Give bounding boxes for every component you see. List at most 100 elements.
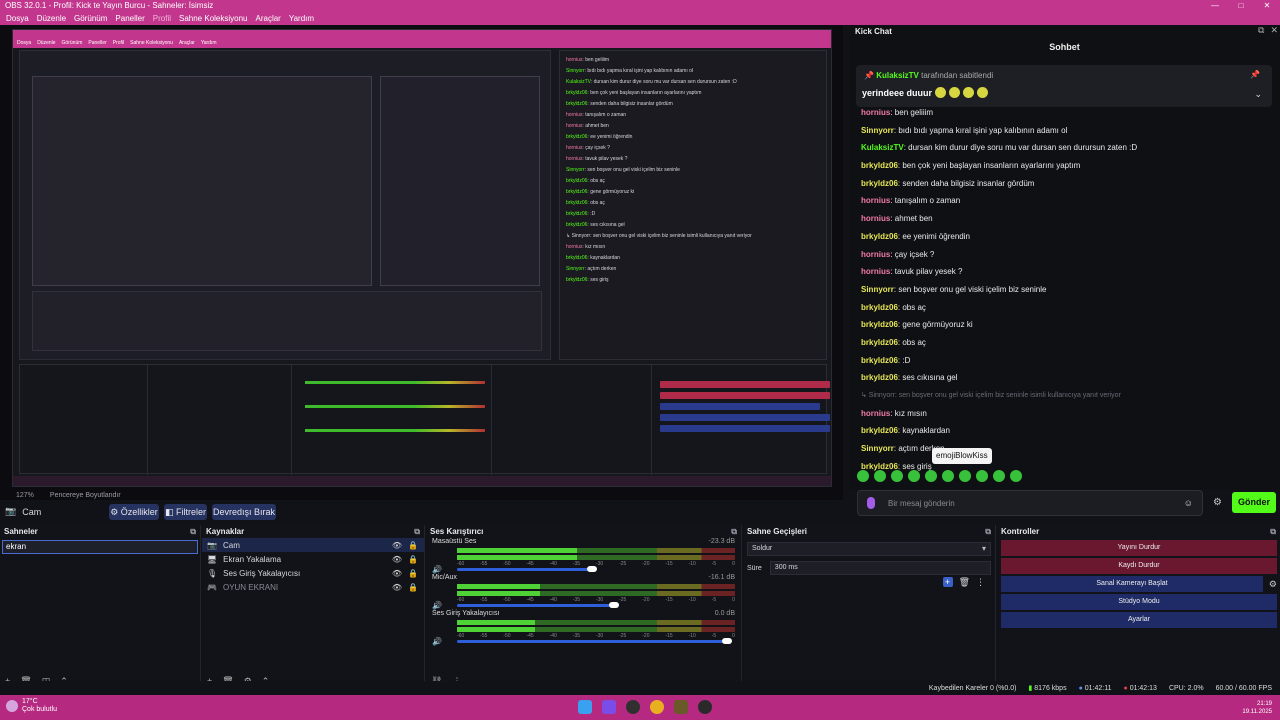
volume-slider[interactable] xyxy=(457,640,727,643)
mic-icon[interactable] xyxy=(867,497,875,509)
control-button-3[interactable]: Stüdyo Modu xyxy=(1001,594,1277,610)
emote-icon[interactable] xyxy=(942,470,954,482)
control-button-2[interactable]: Sanal Kamerayı Başlat ⚙ xyxy=(1001,576,1277,592)
properties-button[interactable]: ⚙ Özellikler xyxy=(109,504,159,520)
chat-username[interactable]: hornius xyxy=(861,196,890,205)
chrome-icon[interactable] xyxy=(650,700,664,714)
lock-icon[interactable]: 🔒 xyxy=(408,555,418,564)
chat-username[interactable]: hornius xyxy=(861,409,890,418)
deactivate-button[interactable]: Devredışı Bırak xyxy=(212,504,276,520)
preview-canvas[interactable]: Dosya Düzenle Görünüm Paneller Profil Sahne K… xyxy=(0,25,843,490)
weather-widget[interactable]: 17°C Çok bulutlu xyxy=(6,698,57,714)
source-row[interactable]: 🎙 Ses Giriş Yakalayıcısı 👁 🔒 xyxy=(202,566,424,580)
emoji-icon[interactable]: ☺ xyxy=(1184,498,1193,508)
chat-username[interactable]: brkyldz06 xyxy=(861,161,898,170)
maximize-button[interactable]: □ xyxy=(1228,0,1254,11)
source-row[interactable]: 🎮 OYUN EKRANI 👁 🔒 xyxy=(202,580,424,594)
emote-icon[interactable] xyxy=(857,470,869,482)
copilot-icon[interactable] xyxy=(602,700,616,714)
volume-knob[interactable] xyxy=(722,638,732,644)
add-icon[interactable]: + xyxy=(942,577,953,587)
speaker-icon[interactable]: 🔊 xyxy=(432,601,442,610)
chat-username[interactable]: hornius xyxy=(861,108,890,117)
chat-username[interactable]: Sinnyorr xyxy=(861,126,894,135)
chat-username[interactable]: brkyldz06 xyxy=(861,232,898,241)
menu-item-4[interactable]: Profil xyxy=(149,14,175,23)
undock-icon[interactable]: ⧉ xyxy=(731,525,737,538)
app-icon[interactable] xyxy=(698,700,712,714)
menu-item-7[interactable]: Yardım xyxy=(285,14,318,23)
volume-slider[interactable] xyxy=(457,568,592,571)
filters-button[interactable]: ◧ Filtreler xyxy=(164,504,207,520)
chat-username[interactable]: hornius xyxy=(861,214,890,223)
chat-username[interactable]: hornius xyxy=(861,267,890,276)
control-button-4[interactable]: Ayarlar xyxy=(1001,612,1277,628)
lock-icon[interactable]: 🔒 xyxy=(408,569,418,578)
transition-select[interactable]: Soldur xyxy=(747,542,991,556)
chat-username[interactable]: KulaksizTV xyxy=(861,143,904,152)
emote-icon[interactable] xyxy=(908,470,920,482)
chat-username[interactable]: brkyldz06 xyxy=(861,179,898,188)
emote-icon[interactable] xyxy=(874,470,886,482)
speaker-icon[interactable]: 🔊 xyxy=(432,565,442,574)
control-button-0[interactable]: Yayını Durdur xyxy=(1001,540,1277,556)
zoom-mode[interactable]: Pencereye Boyutlandır xyxy=(50,492,121,499)
control-button-1[interactable]: Kaydı Durdur xyxy=(1001,558,1277,574)
chat-username[interactable]: brkyldz06 xyxy=(861,303,898,312)
close-icon[interactable]: ✕ xyxy=(1270,25,1278,36)
menu-item-5[interactable]: Sahne Koleksiyonu xyxy=(175,14,252,23)
scene-item[interactable]: ekran xyxy=(2,540,198,554)
volume-slider[interactable] xyxy=(457,604,614,607)
volume-knob[interactable] xyxy=(587,566,597,572)
chat-username[interactable]: brkyldz06 xyxy=(861,320,898,329)
undock-icon[interactable]: ⧉ xyxy=(985,525,991,538)
chat-username[interactable]: brkyldz06 xyxy=(861,338,898,347)
lock-icon[interactable]: 🔒 xyxy=(408,583,418,592)
menu-item-3[interactable]: Paneller xyxy=(111,14,148,23)
chat-username[interactable]: Sinnyorr xyxy=(861,285,894,294)
menu-item-1[interactable]: Düzenle xyxy=(33,14,70,23)
eye-icon[interactable]: 👁 xyxy=(392,555,402,564)
eye-icon[interactable]: 👁 xyxy=(392,569,402,578)
undock-icon[interactable]: ⧉ xyxy=(1258,25,1264,36)
volume-knob[interactable] xyxy=(608,602,619,608)
chat-username[interactable]: Sinnyorr xyxy=(861,444,894,453)
chat-username[interactable]: brkyldz06 xyxy=(861,426,898,435)
menu-item-0[interactable]: Dosya xyxy=(2,14,33,23)
obs-icon[interactable] xyxy=(626,700,640,714)
unpin-icon[interactable]: 📌 xyxy=(1250,70,1260,79)
minimize-button[interactable]: — xyxy=(1202,0,1228,11)
gear-icon[interactable]: ⚙ xyxy=(1269,576,1277,592)
undock-icon[interactable]: ⧉ xyxy=(1270,525,1276,538)
menu-item-6[interactable]: Araçlar xyxy=(252,14,285,23)
eye-icon[interactable]: 👁 xyxy=(392,541,402,550)
undock-icon[interactable]: ⧉ xyxy=(414,525,420,538)
app-icon[interactable] xyxy=(674,700,688,714)
clock[interactable]: 21:19 19.11.2025 xyxy=(1242,700,1272,716)
send-button[interactable]: Gönder xyxy=(1232,492,1276,513)
start-icon[interactable] xyxy=(578,700,592,714)
zoom-percent[interactable]: 127% xyxy=(16,492,34,499)
chat-username[interactable]: brkyldz06 xyxy=(861,373,898,382)
eye-icon[interactable]: 👁 xyxy=(392,583,402,592)
more-icon[interactable]: ⋮ xyxy=(976,577,985,588)
close-button[interactable]: ✕ xyxy=(1254,0,1280,11)
undock-icon[interactable]: ⧉ xyxy=(190,525,196,538)
pinned-message[interactable]: 📌 KulaksizTV tarafından sabitlendi yerin… xyxy=(856,65,1272,107)
menu-item-2[interactable]: Görünüm xyxy=(70,14,111,23)
chat-username[interactable]: hornius xyxy=(861,250,890,259)
chat-username[interactable]: brkyldz06 xyxy=(861,356,898,365)
emote-icon[interactable] xyxy=(891,470,903,482)
emote-icon[interactable] xyxy=(976,470,988,482)
emote-icon[interactable] xyxy=(959,470,971,482)
chat-settings-icon[interactable]: ⚙ xyxy=(1213,497,1222,508)
emote-icon[interactable] xyxy=(993,470,1005,482)
source-row[interactable]: 🖥 Ekran Yakalama 👁 🔒 xyxy=(202,552,424,566)
source-row[interactable]: 📷 Cam 👁 🔒 xyxy=(202,538,424,552)
chat-input[interactable]: Bir mesaj gönderin ☺ xyxy=(857,490,1203,516)
emote-icon[interactable] xyxy=(925,470,937,482)
speaker-icon[interactable]: 🔊 xyxy=(432,637,442,646)
duration-input[interactable]: 300 ms xyxy=(769,561,991,575)
trash-icon[interactable]: 🗑 xyxy=(959,577,970,588)
chevron-down-icon[interactable]: ⌄ xyxy=(1254,89,1262,100)
